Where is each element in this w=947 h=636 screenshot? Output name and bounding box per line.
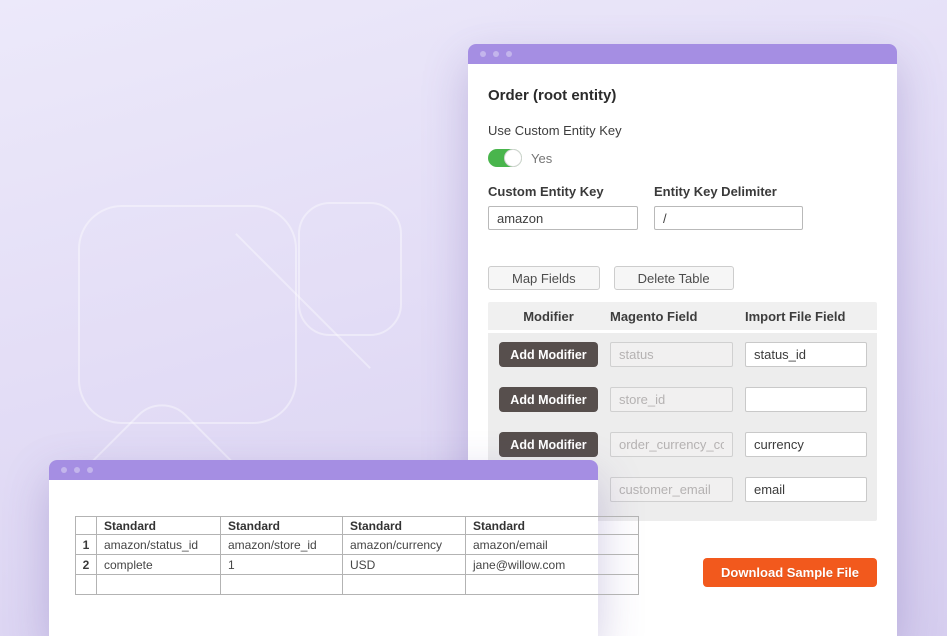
window-titlebar: [468, 44, 897, 64]
sheet-cell: [221, 575, 343, 595]
window-dot-icon: [480, 51, 486, 57]
mapping-row: Add Modifier: [499, 342, 867, 367]
map-fields-button[interactable]: Map Fields: [488, 266, 600, 290]
sheet-cell: amazon/currency: [343, 535, 466, 555]
sheet-column-header: Standard: [221, 517, 343, 535]
window-dot-icon: [87, 467, 93, 473]
sheet-cell: jane@willow.com: [466, 555, 639, 575]
sheet-cell: [97, 575, 221, 595]
sheet-cell: amazon/email: [466, 535, 639, 555]
add-modifier-button[interactable]: Add Modifier: [499, 432, 598, 457]
sheet-column-header: Standard: [97, 517, 221, 535]
toggle-knob: [504, 149, 522, 167]
download-sample-file-button[interactable]: Download Sample File: [703, 558, 877, 587]
toggle-value-label: Yes: [531, 151, 552, 166]
sheet-row: 2 complete 1 USD jane@willow.com: [76, 555, 639, 575]
sample-file-window: Standard Standard Standard Standard 1 am…: [49, 460, 598, 636]
column-header-import-file-field: Import File Field: [745, 309, 867, 324]
sheet-row: [76, 575, 639, 595]
sheet-row-number: [76, 575, 97, 595]
mapping-row: Add Modifier: [499, 432, 867, 457]
magento-field-input: [610, 432, 733, 457]
window-dot-icon: [61, 467, 67, 473]
add-modifier-button[interactable]: Add Modifier: [499, 387, 598, 412]
background-line: [235, 233, 371, 369]
sheet-row-number: 1: [76, 535, 97, 555]
window-dot-icon: [506, 51, 512, 57]
custom-entity-key-input[interactable]: [488, 206, 638, 230]
magento-field-input: [610, 342, 733, 367]
sheet-cell: [343, 575, 466, 595]
mapping-row: Add Modifier: [499, 387, 867, 412]
window-dot-icon: [493, 51, 499, 57]
import-file-field-input[interactable]: [745, 342, 867, 367]
background-shape: [78, 205, 297, 424]
use-custom-entity-key-label: Use Custom Entity Key: [488, 123, 877, 138]
page-title: Order (root entity): [488, 87, 877, 104]
sheet-header-row: Standard Standard Standard Standard: [76, 517, 639, 535]
sheet-column-header: Standard: [466, 517, 639, 535]
column-header-modifier: Modifier: [499, 309, 598, 324]
sheet-cell: complete: [97, 555, 221, 575]
sheet-row: 1 amazon/status_id amazon/store_id amazo…: [76, 535, 639, 555]
import-file-field-input[interactable]: [745, 432, 867, 457]
sample-data-table: Standard Standard Standard Standard 1 am…: [75, 516, 639, 595]
sheet-cell: USD: [343, 555, 466, 575]
sheet-corner-cell: [76, 517, 97, 535]
custom-entity-key-label: Custom Entity Key: [488, 184, 638, 199]
mapping-table-header: Modifier Magento Field Import File Field: [488, 302, 877, 330]
background-shape: [298, 202, 402, 336]
sheet-cell: amazon/store_id: [221, 535, 343, 555]
import-file-field-input[interactable]: [745, 387, 867, 412]
use-custom-entity-key-toggle[interactable]: [488, 149, 522, 167]
delete-table-button[interactable]: Delete Table: [614, 266, 734, 290]
magento-field-input: [610, 387, 733, 412]
window-titlebar: [49, 460, 598, 480]
entity-key-delimiter-input[interactable]: [654, 206, 803, 230]
column-header-magento-field: Magento Field: [610, 309, 733, 324]
entity-key-delimiter-label: Entity Key Delimiter: [654, 184, 803, 199]
add-modifier-button[interactable]: Add Modifier: [499, 342, 598, 367]
sheet-cell: [466, 575, 639, 595]
sheet-column-header: Standard: [343, 517, 466, 535]
magento-field-input: [610, 477, 733, 502]
sheet-cell: 1: [221, 555, 343, 575]
import-file-field-input[interactable]: [745, 477, 867, 502]
sheet-cell: amazon/status_id: [97, 535, 221, 555]
window-dot-icon: [74, 467, 80, 473]
sheet-row-number: 2: [76, 555, 97, 575]
